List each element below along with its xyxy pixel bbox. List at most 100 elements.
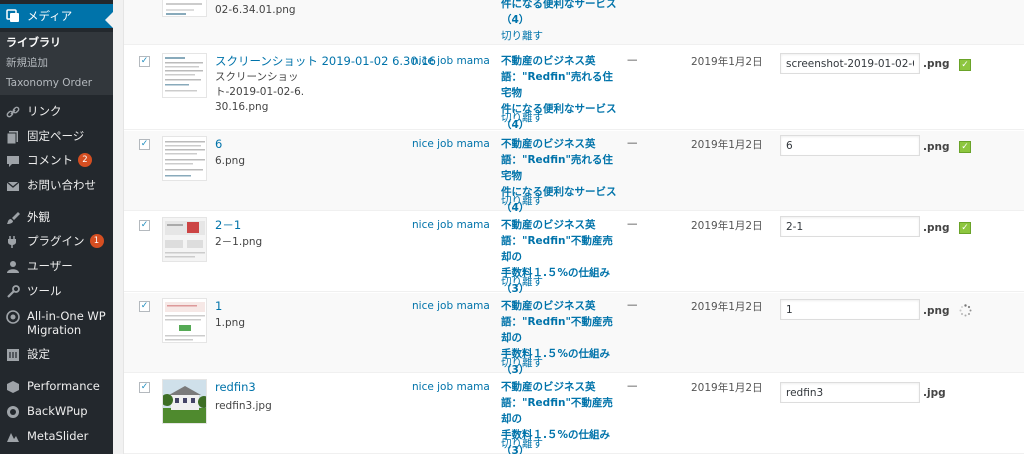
main-content: 02-6.34.01.png 件になる便利なサービス （4） 切り離す ✓ スク…: [113, 0, 1024, 454]
file-name: 6.png: [215, 155, 246, 167]
thumbnail[interactable]: [162, 53, 207, 98]
thumbnail[interactable]: [162, 217, 207, 262]
menu-performance[interactable]: Performance: [0, 379, 113, 395]
author-link[interactable]: nice job mama: [412, 219, 490, 231]
row-checkbox[interactable]: ✓: [139, 56, 150, 67]
submenu-taxonomy-label: Taxonomy Order: [6, 77, 93, 89]
performance-icon: [5, 379, 21, 395]
menu-aio-line2: Migration: [27, 323, 82, 337]
date-text: 2019年1月2日: [691, 220, 763, 232]
settings-icon: [5, 347, 21, 363]
detach-link[interactable]: 切り離す: [501, 355, 543, 370]
date-text: 2019年1月2日: [691, 139, 763, 151]
menu-contact[interactable]: お問い合わせ: [0, 178, 113, 194]
admin-sidebar: メディア ライブラリ 新規追加 Taxonomy Order リンク 固定ページ…: [0, 0, 113, 454]
menu-plugins[interactable]: プラグイン 1: [0, 234, 113, 250]
menu-pages[interactable]: 固定ページ: [0, 129, 113, 145]
media-icon: [5, 8, 21, 24]
date-text: 2019年1月2日: [691, 56, 763, 68]
wrench-icon: [5, 284, 21, 300]
file-name: redfin3.jpg: [215, 400, 272, 412]
table-row: ✓ 2－1 2－1.png nice job mama 不動産のビジネス英 語：…: [124, 212, 1024, 295]
attached-line: 件になる便利なサービス: [501, 0, 617, 10]
detach-link[interactable]: 切り離す: [501, 193, 543, 208]
menu-users[interactable]: ユーザー: [0, 259, 113, 275]
menu-pages-label: 固定ページ: [27, 129, 85, 143]
thumbnail[interactable]: [162, 136, 207, 181]
author-link[interactable]: nice job mama: [412, 381, 490, 393]
uploaded-to-dash: —: [627, 380, 638, 392]
menu-settings-label: 設定: [27, 347, 50, 361]
detach-link[interactable]: 切り離す: [501, 274, 543, 289]
comment-icon: [5, 153, 21, 169]
media-title-link[interactable]: 1: [215, 299, 222, 313]
submenu-add-new[interactable]: 新規追加: [0, 56, 113, 70]
detach-link[interactable]: 切り離す: [501, 436, 543, 451]
comments-count-badge: 2: [78, 153, 92, 167]
table-row: ✓ 6 6.png nice job mama 不動産のビジネス英 語："Red…: [124, 131, 1024, 214]
filename-input[interactable]: [780, 53, 920, 74]
menu-media[interactable]: メディア: [0, 4, 113, 28]
attached-line: 不動産のビジネス英: [501, 138, 596, 150]
menu-backwpup[interactable]: BackWPup: [0, 404, 113, 420]
media-title-link[interactable]: 6: [215, 137, 222, 151]
menu-comments-label: コメント: [27, 153, 73, 167]
attached-line: （4）: [501, 14, 530, 26]
plug-icon: [5, 234, 21, 250]
menu-contact-label: お問い合わせ: [27, 178, 96, 192]
row-checkbox[interactable]: ✓: [139, 301, 150, 312]
author-link[interactable]: nice job mama: [412, 300, 490, 312]
row-checkbox[interactable]: ✓: [139, 139, 150, 150]
date-text: 2019年1月2日: [691, 301, 763, 313]
file-name: 1.png: [215, 317, 246, 329]
filename-input[interactable]: [780, 135, 920, 156]
attached-line: 不動産のビジネス英: [501, 381, 596, 393]
uploaded-to-dash: —: [627, 137, 638, 149]
file-extension: .png: [923, 305, 950, 317]
media-title-link[interactable]: スクリーンショット 2019-01-02 6.30.16: [215, 54, 436, 68]
slider-icon: [5, 429, 21, 445]
pages-icon: [5, 129, 21, 145]
row-checkbox[interactable]: ✓: [139, 382, 150, 393]
menu-metaslider-label: MetaSlider: [27, 429, 89, 443]
uploaded-to-dash: —: [627, 218, 638, 230]
menu-performance-label: Performance: [27, 379, 100, 393]
menu-all-in-one-wp-migration[interactable]: All-in-One WP Migration: [0, 309, 113, 337]
file-name: 2－1.png: [215, 236, 263, 248]
submenu-add-new-label: 新規追加: [6, 57, 48, 69]
submenu-library[interactable]: ライブラリ: [0, 36, 113, 50]
check-icon: ✓: [959, 141, 971, 153]
detach-link[interactable]: 切り離す: [501, 28, 543, 43]
uploaded-to-dash: —: [627, 54, 638, 66]
filename-input[interactable]: [780, 299, 920, 320]
menu-appearance-label: 外観: [27, 210, 50, 224]
author-link[interactable]: nice job mama: [412, 55, 490, 67]
backup-icon: [5, 404, 21, 420]
menu-appearance[interactable]: 外観: [0, 210, 113, 226]
submenu-taxonomy-order[interactable]: Taxonomy Order: [0, 76, 113, 90]
menu-links-label: リンク: [27, 104, 62, 118]
detach-link[interactable]: 切り離す: [501, 110, 543, 125]
media-title-link[interactable]: redfin3: [215, 380, 256, 394]
submenu-library-label: ライブラリ: [6, 36, 61, 49]
menu-comments[interactable]: コメント 2: [0, 153, 113, 169]
media-title-link[interactable]: 2－1: [215, 218, 241, 232]
menu-metaslider[interactable]: MetaSlider: [0, 429, 113, 445]
thumbnail[interactable]: [162, 379, 207, 424]
filename-input[interactable]: [780, 216, 920, 237]
menu-plugins-label: プラグイン: [27, 234, 85, 248]
attached-to[interactable]: 件になる便利なサービス （4）: [501, 0, 621, 28]
thumbnail[interactable]: [162, 0, 207, 17]
row-checkbox[interactable]: ✓: [139, 220, 150, 231]
menu-settings[interactable]: 設定: [0, 347, 113, 363]
uploaded-to-dash: —: [627, 299, 638, 311]
menu-links[interactable]: リンク: [0, 104, 113, 120]
filename-input[interactable]: [780, 382, 920, 403]
menu-tools[interactable]: ツール: [0, 284, 113, 300]
thumbnail[interactable]: [162, 298, 207, 343]
author-link[interactable]: nice job mama: [412, 138, 490, 150]
attached-line: 不動産のビジネス英: [501, 55, 596, 67]
file-extension: .png: [923, 222, 950, 234]
file-extension: .jpg: [923, 387, 946, 399]
menu-aio-label: All-in-One WP Migration: [27, 309, 106, 337]
